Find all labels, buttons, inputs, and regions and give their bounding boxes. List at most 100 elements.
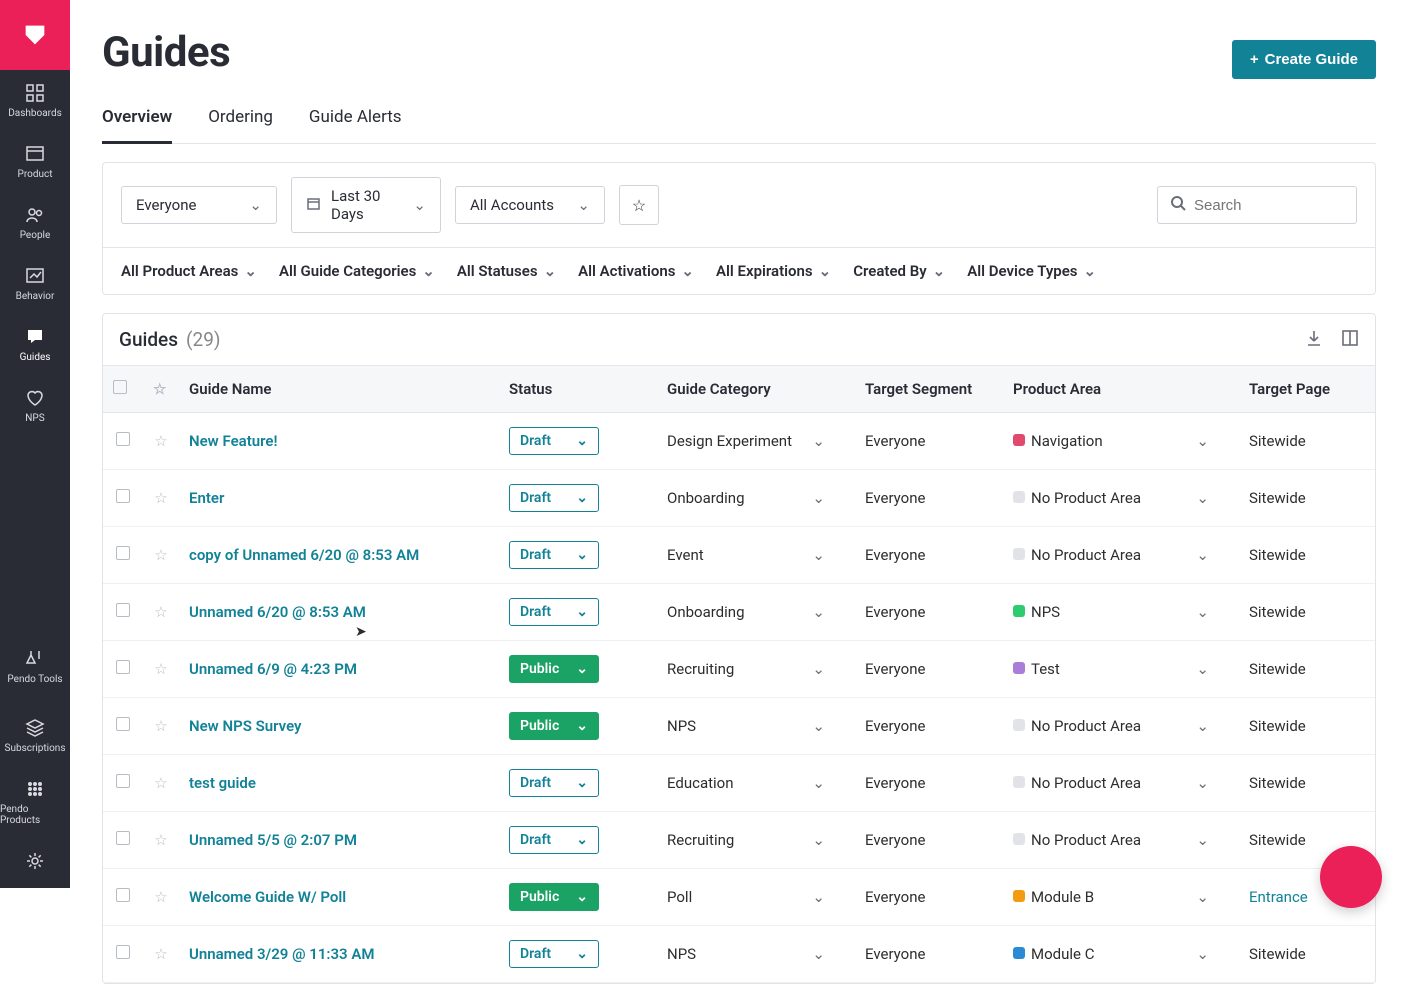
favorite-star[interactable]: ☆ xyxy=(154,603,167,621)
chevron-down-icon[interactable]: ⌄ xyxy=(1196,546,1209,564)
create-guide-button[interactable]: + Create Guide xyxy=(1232,40,1376,79)
pill-filter-label: Created By xyxy=(853,262,926,280)
chevron-down-icon[interactable]: ⌄ xyxy=(1196,717,1209,735)
col-product-area[interactable]: Product Area xyxy=(1003,366,1239,413)
guide-name-link[interactable]: copy of Unnamed 6/20 @ 8:53 AM xyxy=(189,546,419,564)
accounts-filter[interactable]: All Accounts ⌄ xyxy=(455,186,605,224)
guide-name-link[interactable]: New NPS Survey xyxy=(189,717,302,735)
row-checkbox[interactable] xyxy=(116,546,130,560)
guide-name-link[interactable]: Unnamed 5/5 @ 2:07 PM xyxy=(189,831,357,849)
row-checkbox[interactable] xyxy=(116,717,130,731)
tab-ordering[interactable]: Ordering xyxy=(208,107,273,143)
guide-name-link[interactable]: New Feature! xyxy=(189,432,277,450)
pill-filter[interactable]: All Statuses⌄ xyxy=(457,262,556,280)
status-select[interactable]: Draft⌄ xyxy=(509,427,599,455)
guide-name-link[interactable]: Unnamed 6/9 @ 4:23 PM xyxy=(189,660,357,678)
favorite-star[interactable]: ☆ xyxy=(154,546,167,564)
pill-filter[interactable]: All Product Areas⌄ xyxy=(121,262,257,280)
status-select[interactable]: Draft⌄ xyxy=(509,541,599,569)
product-area-value: Module B xyxy=(1031,888,1094,906)
sidebar-item-dashboards[interactable]: Dashboards xyxy=(0,70,70,131)
chevron-down-icon[interactable]: ⌄ xyxy=(1196,888,1209,906)
guide-name-link[interactable]: Enter xyxy=(189,489,224,507)
sidebar-item-guides[interactable]: Guides xyxy=(0,314,70,375)
row-checkbox[interactable] xyxy=(116,831,130,845)
sidebar-item-settings[interactable] xyxy=(0,838,70,888)
favorite-star[interactable]: ☆ xyxy=(154,831,167,849)
status-select[interactable]: Draft⌄ xyxy=(509,826,599,854)
segment-filter[interactable]: Everyone ⌄ xyxy=(121,186,277,224)
pill-filter[interactable]: Created By⌄ xyxy=(853,262,945,280)
chevron-down-icon[interactable]: ⌄ xyxy=(812,546,825,564)
status-select[interactable]: Draft⌄ xyxy=(509,940,599,968)
favorite-star[interactable]: ☆ xyxy=(154,888,167,906)
row-checkbox[interactable] xyxy=(116,945,130,959)
pill-filter[interactable]: All Activations⌄ xyxy=(578,262,694,280)
favorite-star[interactable]: ☆ xyxy=(154,945,167,963)
col-category[interactable]: Guide Category xyxy=(657,366,855,413)
favorite-star[interactable]: ☆ xyxy=(154,432,167,450)
chevron-down-icon[interactable]: ⌄ xyxy=(1196,831,1209,849)
tab-guide-alerts[interactable]: Guide Alerts xyxy=(309,107,402,143)
chevron-down-icon[interactable]: ⌄ xyxy=(1196,603,1209,621)
sidebar-item-people[interactable]: People xyxy=(0,192,70,253)
status-select[interactable]: Public⌄ xyxy=(509,883,599,911)
chevron-down-icon[interactable]: ⌄ xyxy=(1196,489,1209,507)
search-input[interactable] xyxy=(1194,197,1344,214)
row-checkbox[interactable] xyxy=(116,432,130,446)
sidebar-item-nps[interactable]: NPS xyxy=(0,375,70,436)
chevron-down-icon[interactable]: ⌄ xyxy=(812,945,825,963)
date-filter[interactable]: Last 30 Days ⌄ xyxy=(291,177,441,233)
select-all-checkbox[interactable] xyxy=(113,380,127,394)
favorite-star[interactable]: ☆ xyxy=(154,717,167,735)
row-checkbox[interactable] xyxy=(116,603,130,617)
chevron-down-icon[interactable]: ⌄ xyxy=(812,717,825,735)
row-checkbox[interactable] xyxy=(116,660,130,674)
sidebar-item-pendo-tools[interactable]: Pendo Tools xyxy=(0,636,70,697)
sidebar-item-subscriptions[interactable]: Subscriptions xyxy=(0,705,70,766)
favorite-filter-button[interactable]: ☆ xyxy=(619,185,659,225)
col-target-page[interactable]: Target Page xyxy=(1239,366,1375,413)
row-checkbox[interactable] xyxy=(116,489,130,503)
sidebar-item-pendo-products[interactable]: Pendo Products xyxy=(0,766,70,838)
favorite-star[interactable]: ☆ xyxy=(154,774,167,792)
col-segment[interactable]: Target Segment xyxy=(855,366,1003,413)
favorite-star[interactable]: ☆ xyxy=(154,660,167,678)
status-select[interactable]: Public⌄ xyxy=(509,655,599,683)
status-select[interactable]: Draft⌄ xyxy=(509,769,599,797)
pill-filter[interactable]: All Guide Categories⌄ xyxy=(279,262,435,280)
col-status[interactable]: Status xyxy=(499,366,657,413)
status-select[interactable]: Public⌄ xyxy=(509,712,599,740)
pill-filter[interactable]: All Device Types⌄ xyxy=(967,262,1096,280)
row-checkbox[interactable] xyxy=(116,888,130,902)
guide-name-link[interactable]: Unnamed 6/20 @ 8:53 AM xyxy=(189,603,366,621)
status-select[interactable]: Draft⌄ xyxy=(509,598,599,626)
col-guide-name[interactable]: Guide Name xyxy=(179,366,499,413)
chevron-down-icon[interactable]: ⌄ xyxy=(812,660,825,678)
chevron-down-icon[interactable]: ⌄ xyxy=(1196,945,1209,963)
row-checkbox[interactable] xyxy=(116,774,130,788)
favorite-star[interactable]: ☆ xyxy=(154,489,167,507)
sidebar-item-product[interactable]: Product xyxy=(0,131,70,192)
chevron-down-icon[interactable]: ⌄ xyxy=(1196,774,1209,792)
pill-filter[interactable]: All Expirations⌄ xyxy=(716,262,831,280)
columns-icon[interactable] xyxy=(1341,329,1359,351)
guide-name-link[interactable]: Unnamed 3/29 @ 11:33 AM xyxy=(189,945,375,963)
sidebar-item-behavior[interactable]: Behavior xyxy=(0,253,70,314)
chevron-down-icon[interactable]: ⌄ xyxy=(812,888,825,906)
tab-overview[interactable]: Overview xyxy=(102,107,172,144)
download-icon[interactable] xyxy=(1305,329,1323,351)
guide-name-link[interactable]: Welcome Guide W/ Poll xyxy=(189,888,346,906)
chevron-down-icon[interactable]: ⌄ xyxy=(812,603,825,621)
chevron-down-icon[interactable]: ⌄ xyxy=(812,774,825,792)
chevron-down-icon[interactable]: ⌄ xyxy=(812,489,825,507)
guide-name-link[interactable]: test guide xyxy=(189,774,256,792)
chevron-down-icon[interactable]: ⌄ xyxy=(1196,660,1209,678)
status-select[interactable]: Draft⌄ xyxy=(509,484,599,512)
chevron-down-icon[interactable]: ⌄ xyxy=(1196,432,1209,450)
chevron-down-icon[interactable]: ⌄ xyxy=(812,432,825,450)
chevron-down-icon[interactable]: ⌄ xyxy=(812,831,825,849)
target-page-value[interactable]: Entrance xyxy=(1249,888,1308,906)
logo[interactable] xyxy=(0,0,70,70)
search-input-wrap[interactable] xyxy=(1157,186,1357,224)
